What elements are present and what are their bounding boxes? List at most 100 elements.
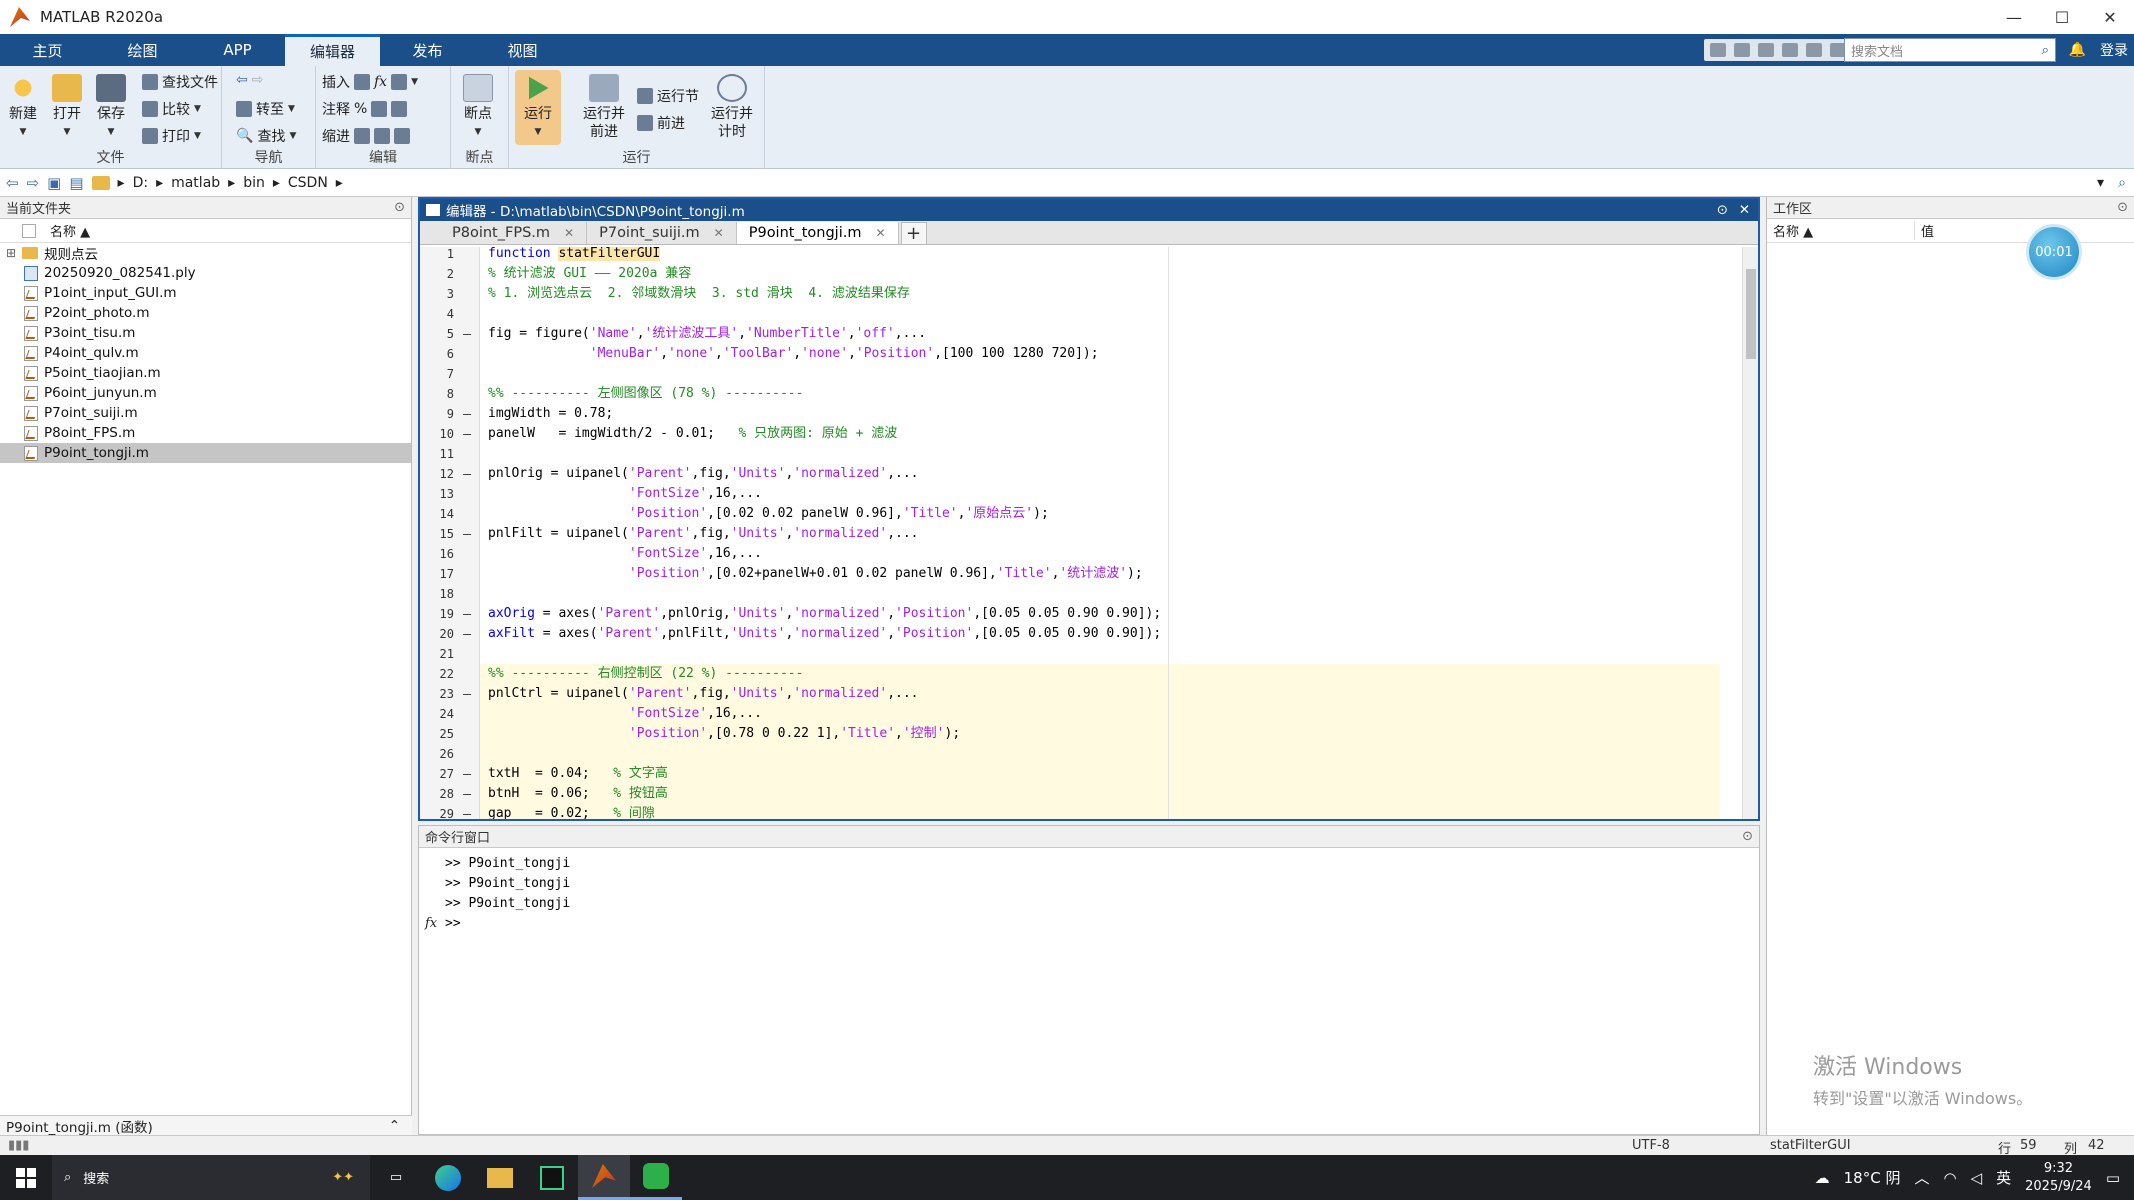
new-button[interactable]: 新建 ▼ bbox=[8, 74, 38, 141]
code-line[interactable]: 29– gap = 0.02; % 间隙 bbox=[420, 804, 1720, 819]
tab-publish[interactable]: 发布 bbox=[380, 34, 475, 66]
windows-start-icon[interactable] bbox=[0, 1155, 52, 1200]
compare-button[interactable]: 比较 ▼ bbox=[142, 99, 201, 119]
close-button[interactable]: ✕ bbox=[2086, 0, 2134, 34]
code-line[interactable]: 1 function statFilterGUI bbox=[420, 247, 1720, 264]
editor-tab-p8[interactable]: P8oint_FPS.m ✕ bbox=[440, 222, 588, 244]
expand-icon[interactable]: ⊞ bbox=[6, 246, 16, 260]
browse-folder-icon[interactable]: ▤ bbox=[69, 174, 83, 192]
code-line[interactable]: 7 bbox=[420, 364, 1720, 384]
weather-label[interactable]: 18°C 阴 bbox=[1844, 1167, 1901, 1188]
breakpoint-marker[interactable]: – bbox=[454, 327, 480, 342]
close-tab-icon[interactable]: ✕ bbox=[714, 226, 724, 240]
code-line[interactable]: 15– pnlFilt = uipanel('Parent',fig,'Units… bbox=[420, 524, 1720, 544]
code-line[interactable]: 12– pnlOrig = uipanel('Parent',fig,'Units… bbox=[420, 464, 1720, 484]
copy-icon[interactable] bbox=[1758, 43, 1774, 57]
run-button[interactable]: 运行 ▼ bbox=[515, 70, 561, 145]
run-section-button[interactable]: 运行节 bbox=[637, 86, 699, 106]
code-line[interactable]: 26 bbox=[420, 744, 1720, 764]
maximize-button[interactable]: ☐ bbox=[2038, 0, 2086, 34]
tab-plots[interactable]: 绘图 bbox=[95, 34, 190, 66]
fx-icon[interactable]: fx bbox=[374, 74, 387, 90]
code-line[interactable]: 13 'FontSize',16,... bbox=[420, 484, 1720, 504]
code-line[interactable]: 27– txtH = 0.04; % 文字高 bbox=[420, 764, 1720, 784]
code-line[interactable]: 6 'MenuBar','none','ToolBar','none','Pos… bbox=[420, 344, 1720, 364]
task-view-icon[interactable]: ▭ bbox=[370, 1155, 422, 1200]
timer-badge[interactable]: 00:01 bbox=[2029, 227, 2079, 277]
save-icon[interactable] bbox=[1710, 43, 1726, 57]
minimize-button[interactable]: — bbox=[1990, 0, 2038, 34]
file-row[interactable]: ⊞ 规则点云 bbox=[0, 243, 411, 263]
code-line[interactable]: 16 'FontSize',16,... bbox=[420, 544, 1720, 564]
workspace-options-icon[interactable]: ⊙ bbox=[2117, 200, 2128, 215]
code-line[interactable]: 22 %% ---------- 右侧控制区 (22 %) ---------- bbox=[420, 664, 1720, 684]
back-icon[interactable]: ⇦ bbox=[6, 174, 19, 192]
name-column[interactable]: 名称 ▲ bbox=[1767, 221, 1915, 240]
increase-indent-icon[interactable] bbox=[374, 128, 390, 144]
code-line[interactable]: 11 bbox=[420, 444, 1720, 464]
pycharm-icon[interactable] bbox=[526, 1155, 578, 1200]
notification-icon[interactable]: ▭ bbox=[2106, 1169, 2120, 1187]
run-and-advance-button[interactable]: 运行并 前进 bbox=[583, 74, 625, 141]
code-line[interactable]: 21 bbox=[420, 644, 1720, 664]
file-row[interactable]: P3oint_tisu.m bbox=[0, 323, 411, 343]
network-icon[interactable]: ◠ bbox=[1943, 1169, 1956, 1187]
breakpoint-marker[interactable]: – bbox=[454, 527, 480, 542]
taskbar-search[interactable]: ⌕ 搜索 ✦✦ bbox=[52, 1155, 370, 1200]
editor-tab-p9[interactable]: P9oint_tongji.m ✕ bbox=[736, 222, 899, 244]
file-row[interactable]: 20250920_082541.ply bbox=[0, 263, 411, 283]
editor-scrollbar[interactable] bbox=[1742, 247, 1758, 819]
paste-icon[interactable] bbox=[1782, 43, 1798, 57]
file-row[interactable]: P1oint_input_GUI.m bbox=[0, 283, 411, 303]
command-window-options-icon[interactable]: ⊙ bbox=[1742, 829, 1753, 844]
collapse-details-icon[interactable]: ⌃ bbox=[389, 1118, 400, 1134]
breakpoint-marker[interactable]: – bbox=[454, 427, 480, 442]
code-line[interactable]: 19– axOrig = axes('Parent',pnlOrig,'Units… bbox=[420, 604, 1720, 624]
tab-home[interactable]: 主页 bbox=[0, 34, 95, 66]
code-line[interactable]: 20– axFilt = axes('Parent',pnlFilt,'Units… bbox=[420, 624, 1720, 644]
back-forward-buttons[interactable]: ⇦ ⇨ bbox=[236, 72, 263, 88]
file-explorer-icon[interactable] bbox=[474, 1155, 526, 1200]
name-column[interactable]: 名称 ▲ bbox=[50, 221, 90, 240]
file-row[interactable]: P7oint_suiji.m bbox=[0, 403, 411, 423]
open-button[interactable]: 打开 ▼ bbox=[52, 74, 82, 141]
file-row[interactable]: P4oint_qulv.m bbox=[0, 343, 411, 363]
ime-indicator[interactable]: 英 bbox=[1996, 1167, 2011, 1188]
breakpoint-marker[interactable]: – bbox=[454, 687, 480, 702]
tab-apps[interactable]: APP bbox=[190, 34, 285, 66]
clock[interactable]: 9:32 2025/9/24 bbox=[2025, 1160, 2092, 1196]
path-segment-csdn[interactable]: CSDN bbox=[288, 175, 328, 191]
breakpoint-marker[interactable]: – bbox=[454, 787, 480, 802]
decrease-indent-icon[interactable] bbox=[394, 128, 410, 144]
cut-icon[interactable] bbox=[1734, 43, 1750, 57]
code-line[interactable]: 5– fig = figure('Name','统计滤波工具','NumberTi… bbox=[420, 324, 1720, 344]
file-row[interactable]: P5oint_tiaojian.m bbox=[0, 363, 411, 383]
breakpoint-marker[interactable]: – bbox=[454, 407, 480, 422]
search-icon[interactable]: ⌕ bbox=[2042, 43, 2049, 58]
code-line[interactable]: 24 'FontSize',16,... bbox=[420, 704, 1720, 724]
goto-button[interactable]: 转至 ▼ bbox=[236, 99, 295, 119]
forward-icon[interactable]: ⇨ bbox=[252, 72, 264, 88]
print-button[interactable]: 打印 ▼ bbox=[142, 126, 201, 146]
code-line[interactable]: 3 % 1. 浏览选点云 2. 邻域数滑块 3. std 滑块 4. 滤波结果保存 bbox=[420, 284, 1720, 304]
file-row[interactable]: P2oint_photo.m bbox=[0, 303, 411, 323]
tab-editor[interactable]: 编辑器 bbox=[285, 34, 380, 66]
edge-browser-icon[interactable] bbox=[422, 1155, 474, 1200]
panel-options-icon[interactable]: ⊙ bbox=[394, 200, 405, 215]
matlab-taskbar-icon[interactable] bbox=[578, 1155, 630, 1200]
find-files-button[interactable]: 查找文件 bbox=[142, 72, 218, 92]
advance-button[interactable]: 前进 bbox=[637, 113, 685, 133]
code-line[interactable]: 2 % 统计滤波 GUI —— 2020a 兼容 bbox=[420, 264, 1720, 284]
close-tab-icon[interactable]: ✕ bbox=[564, 226, 574, 240]
file-row[interactable]: P9oint_tongji.m bbox=[0, 443, 411, 463]
code-line[interactable]: 28– btnH = 0.06; % 按钮高 bbox=[420, 784, 1720, 804]
breakpoint-marker[interactable]: – bbox=[454, 607, 480, 622]
value-column[interactable]: 值 bbox=[1915, 221, 1934, 240]
wechat-icon[interactable] bbox=[630, 1155, 682, 1200]
command-window[interactable]: 命令行窗口 ⊙ >> P9oint_tongji >> P9oint_tongj… bbox=[418, 825, 1760, 1135]
code-line[interactable]: 9– imgWidth = 0.78; bbox=[420, 404, 1720, 424]
uncomment-icon[interactable] bbox=[371, 101, 388, 117]
back-icon[interactable]: ⇦ bbox=[236, 72, 248, 88]
breakpoint-marker[interactable]: – bbox=[454, 467, 480, 482]
code-line[interactable]: 10– panelW = imgWidth/2 - 0.01; % 只放两图: 原… bbox=[420, 424, 1720, 444]
